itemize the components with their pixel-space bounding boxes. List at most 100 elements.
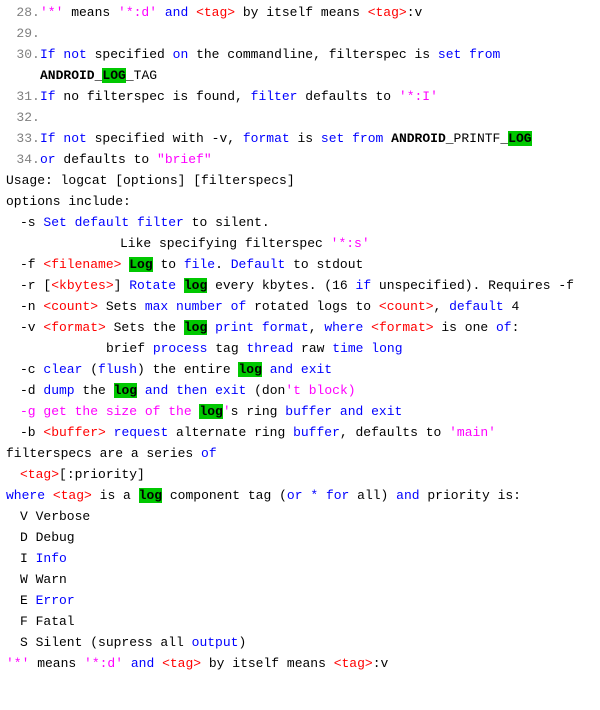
token-kw: long bbox=[371, 341, 402, 356]
token-kw: if bbox=[356, 278, 372, 293]
token-kw: and bbox=[340, 404, 363, 419]
text-line: -n <count> Sets max number of rotated lo… bbox=[6, 296, 594, 317]
token-dstr: "brief" bbox=[157, 152, 212, 167]
text-line: V Verbose bbox=[6, 506, 594, 527]
token-plain bbox=[332, 404, 340, 419]
line-number: 32 bbox=[6, 107, 32, 128]
token-plain: is a bbox=[92, 488, 139, 503]
token-kw: print bbox=[215, 320, 254, 335]
token-plain: brief bbox=[106, 341, 153, 356]
line-dot: . bbox=[32, 44, 40, 86]
token-hi: LOG bbox=[508, 131, 531, 146]
text-line: W Warn bbox=[6, 569, 594, 590]
token-plain: I bbox=[20, 551, 36, 566]
line-body bbox=[40, 107, 594, 128]
token-plain: D Debug bbox=[20, 530, 75, 545]
token-plain: W Warn bbox=[20, 572, 67, 587]
token-kw: Set bbox=[43, 215, 66, 230]
token-kw: from bbox=[469, 47, 500, 62]
token-plain: . bbox=[215, 257, 231, 272]
token-plain: options include: bbox=[6, 194, 131, 209]
token-plain bbox=[129, 215, 137, 230]
token-kw: Rotate bbox=[129, 278, 176, 293]
token-kw: default bbox=[449, 299, 504, 314]
token-kw: Default bbox=[231, 257, 286, 272]
token-plain: alternate ring bbox=[168, 425, 293, 440]
code-line: 32. bbox=[6, 107, 594, 128]
token-hi: LOG bbox=[102, 68, 125, 83]
token-plain: _PRINTF_ bbox=[446, 131, 508, 146]
token-kw: default bbox=[75, 215, 130, 230]
code-line: 28.'*' means '*:d' and <tag> by itself m… bbox=[6, 2, 594, 23]
token-tag: <tag> bbox=[162, 656, 201, 671]
token-plain: :v bbox=[373, 656, 389, 671]
token-str: 't block) bbox=[285, 383, 355, 398]
token-plain: the commandline, filterspec is bbox=[188, 47, 438, 62]
token-plain: F Fatal bbox=[20, 614, 75, 629]
token-plain bbox=[176, 278, 184, 293]
token-plain: Sets the bbox=[106, 320, 184, 335]
token-plain: Like specifying filterspec bbox=[120, 236, 331, 251]
text-line: options include: bbox=[6, 191, 594, 212]
text-line: -r [<kbytes>] Rotate log every kbytes. (… bbox=[6, 275, 594, 296]
line-body: If no filterspec is found, filter defaul… bbox=[40, 86, 594, 107]
token-plain bbox=[188, 5, 196, 20]
token-plain bbox=[318, 488, 326, 503]
token-plain bbox=[461, 47, 469, 62]
token-hi: log bbox=[139, 488, 162, 503]
token-kw: filter bbox=[137, 215, 184, 230]
code-line: 29. bbox=[6, 23, 594, 44]
token-plain: specified bbox=[87, 47, 173, 62]
token-tag: <tag> bbox=[368, 5, 407, 20]
text-line: S Silent (supress all output) bbox=[6, 632, 594, 653]
token-kw: and bbox=[165, 5, 188, 20]
token-plain: V Verbose bbox=[20, 509, 90, 524]
token-kw: buffer bbox=[293, 425, 340, 440]
token-plain bbox=[168, 299, 176, 314]
token-plain bbox=[137, 383, 145, 398]
token-kw: format bbox=[262, 320, 309, 335]
token-plain: , defaults to bbox=[340, 425, 449, 440]
line-dot: . bbox=[32, 2, 40, 23]
text-line: -v <format> Sets the log print format, w… bbox=[6, 317, 594, 338]
token-kw: set bbox=[438, 47, 461, 62]
token-plain: s ring bbox=[231, 404, 286, 419]
token-plain: rotated logs to bbox=[246, 299, 379, 314]
token-plain: , bbox=[434, 299, 450, 314]
token-hi: log bbox=[184, 278, 207, 293]
token-plain: is one bbox=[434, 320, 496, 335]
token-tag: <kbytes> bbox=[51, 278, 113, 293]
text-line: -b <buffer> request alternate ring buffe… bbox=[6, 422, 594, 443]
code-line: 34.or defaults to "brief" bbox=[6, 149, 594, 170]
token-plain bbox=[207, 320, 215, 335]
token-kw: and bbox=[131, 656, 154, 671]
token-kw: clear bbox=[43, 362, 82, 377]
text-line: filterspecs are a series of bbox=[6, 443, 594, 464]
token-kw: exit bbox=[301, 362, 332, 377]
token-kw: time bbox=[332, 341, 363, 356]
token-plain bbox=[500, 47, 508, 62]
text-line: '*' means '*:d' and <tag> by itself mean… bbox=[6, 653, 594, 674]
token-plain: -b bbox=[20, 425, 43, 440]
token-kw: then bbox=[176, 383, 207, 398]
token-b: ANDROID_ bbox=[40, 68, 102, 83]
token-plain: unspecified). Requires -f bbox=[371, 278, 574, 293]
token-plain bbox=[223, 299, 231, 314]
code-line: 31.If no filterspec is found, filter def… bbox=[6, 86, 594, 107]
token-plain bbox=[67, 215, 75, 230]
token-plain: -r [ bbox=[20, 278, 51, 293]
token-plain: priority is: bbox=[420, 488, 521, 503]
token-plain: :v bbox=[407, 5, 423, 20]
token-plain bbox=[157, 5, 165, 20]
token-tag: <format> bbox=[43, 320, 105, 335]
token-kw: and bbox=[396, 488, 419, 503]
token-tag: <tag> bbox=[196, 5, 235, 20]
token-tag: <count> bbox=[43, 299, 98, 314]
token-kw: process bbox=[153, 341, 208, 356]
token-plain: by itself means bbox=[201, 656, 334, 671]
token-plain: E bbox=[20, 593, 36, 608]
token-plain: [:priority] bbox=[59, 467, 145, 482]
token-tag: <tag> bbox=[53, 488, 92, 503]
line-dot: . bbox=[32, 23, 40, 44]
token-kw: flush bbox=[98, 362, 137, 377]
